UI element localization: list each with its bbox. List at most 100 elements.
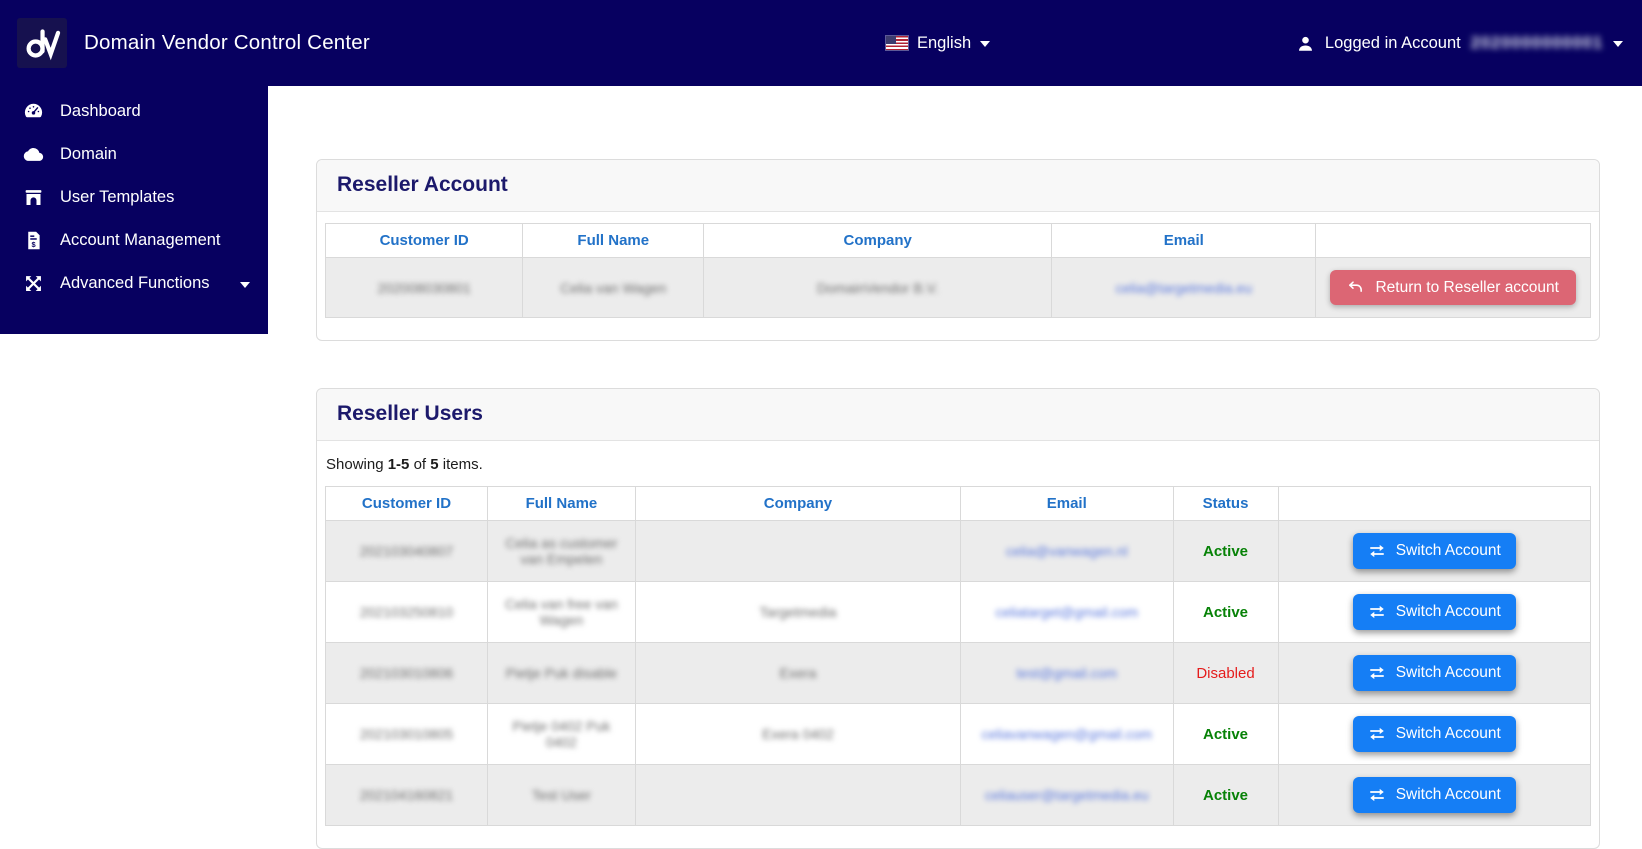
switch-button-label: Switch Account <box>1395 603 1501 621</box>
reseller-account-card-header: Reseller Account <box>317 160 1599 212</box>
sidebar-item-advanced-functions[interactable]: Advanced Functions <box>0 262 268 305</box>
reseller-account-row: 202008030801 Celia van Wagen DomainVendo… <box>324 257 1591 318</box>
exchange-arrows-icon <box>1369 788 1384 802</box>
switch-button-label: Switch Account <box>1395 725 1501 743</box>
user-company: Exera 0402 <box>762 726 834 742</box>
switch-button-label: Switch Account <box>1395 786 1501 804</box>
account-customer-id: 202008030801 <box>377 279 471 296</box>
user-row: 202103010806 Pietje Puk disable Exera test@… <box>325 642 1591 704</box>
account-company: DomainVendor B.V. <box>816 279 939 296</box>
user-full-name: Celia van free van Wagen <box>504 596 618 628</box>
main-content: Reseller Account Customer ID Full Name C… <box>268 86 1642 849</box>
column-header-actions <box>1277 486 1591 521</box>
language-label: English <box>917 33 972 52</box>
user-status-badge: Active <box>1202 786 1249 804</box>
reseller-users-title: Reseller Users <box>337 402 483 425</box>
column-header-actions <box>1315 223 1591 258</box>
switch-account-button[interactable]: Switch Account <box>1352 594 1516 630</box>
language-selector[interactable]: English <box>886 0 991 86</box>
column-header-company[interactable]: Company <box>634 486 962 521</box>
reseller-users-card-body: Showing 1-5 of 5 items. Customer ID Full… <box>317 441 1599 848</box>
sidebar-item-dashboard[interactable]: Dashboard <box>0 90 268 133</box>
exchange-arrows-icon <box>1369 544 1384 558</box>
sidebar-item-domain[interactable]: Domain <box>0 133 268 176</box>
column-header-full-name[interactable]: Full Name <box>522 223 705 258</box>
reseller-users-table: Customer ID Full Name Company Email Stat… <box>325 486 1591 826</box>
app-title: Domain Vendor Control Center <box>84 31 370 54</box>
column-header-email[interactable]: Email <box>1051 223 1317 258</box>
user-company: Targetmedia <box>759 604 837 620</box>
column-header-customer-id[interactable]: Customer ID <box>324 223 524 258</box>
user-status-badge: Active <box>1202 542 1249 560</box>
person-icon <box>1298 36 1312 51</box>
sidebar-item-label: Advanced Functions <box>60 274 210 292</box>
reseller-account-title: Reseller Account <box>337 173 508 196</box>
user-customer-id: 202103010806 <box>359 665 454 681</box>
column-header-email[interactable]: Email <box>960 486 1174 521</box>
reseller-users-card: Reseller Users Showing 1-5 of 5 items. C… <box>316 388 1600 849</box>
chevron-down-icon <box>240 281 250 288</box>
user-customer-id: 202103010805 <box>359 726 454 742</box>
switch-account-button[interactable]: Switch Account <box>1352 533 1516 569</box>
user-email-link[interactable]: celiauser@targetmedia.eu <box>985 787 1149 803</box>
user-customer-id: 202103250810 <box>359 604 454 620</box>
return-button-label: Return to Reseller account <box>1375 278 1559 296</box>
undo-arrow-icon <box>1349 281 1363 292</box>
archway-icon <box>25 190 42 205</box>
user-full-name: Test User <box>531 787 591 803</box>
account-menu[interactable]: Logged in Account 2020000000001 <box>1296 0 1623 86</box>
exchange-arrows-icon <box>1369 666 1384 680</box>
sidebar: Dashboard Domain User Templates $ Accoun… <box>0 86 268 334</box>
cloud-icon <box>23 148 44 161</box>
column-header-full-name[interactable]: Full Name <box>486 486 636 521</box>
column-header-status[interactable]: Status <box>1172 486 1279 521</box>
user-row: 202104160821 Test User celiauser@targetmed… <box>325 764 1591 826</box>
caret-down-icon <box>980 41 991 47</box>
reseller-account-card: Reseller Account Customer ID Full Name C… <box>316 159 1600 341</box>
user-row: 202103040807 Celia as customer van Empele… <box>325 520 1591 582</box>
sidebar-item-account-management[interactable]: $ Account Management <box>0 219 268 262</box>
column-header-company[interactable]: Company <box>703 223 1053 258</box>
sidebar-item-label: Domain <box>60 145 117 163</box>
top-bar: Domain Vendor Control Center English Log… <box>0 0 1642 86</box>
switch-button-label: Switch Account <box>1395 542 1501 560</box>
sidebar-item-user-templates[interactable]: User Templates <box>0 176 268 219</box>
switch-button-label: Switch Account <box>1395 664 1501 682</box>
account-number-redacted: 2020000000001 <box>1470 33 1603 52</box>
users-table-body: 202103040807 Celia as customer van Empele… <box>325 520 1591 826</box>
summary-showing: Showing <box>326 456 384 473</box>
account-label: Logged in Account <box>1324 33 1461 52</box>
expand-arrows-icon <box>26 276 41 291</box>
account-email-link[interactable]: celia@targetmedia.eu <box>1116 280 1252 296</box>
reseller-account-card-body: Customer ID Full Name Company Email 2020… <box>317 212 1599 340</box>
user-row: 202103250810 Celia van free van Wagen Targ… <box>325 581 1591 643</box>
sidebar-item-label: User Templates <box>60 188 175 206</box>
column-header-customer-id[interactable]: Customer ID <box>325 486 488 521</box>
switch-account-button[interactable]: Switch Account <box>1352 777 1516 813</box>
dv-logo-glyph <box>26 29 61 61</box>
user-email-link[interactable]: celia@vanwagen.nl <box>1006 543 1128 559</box>
user-email-link[interactable]: celiavanwagen@gmail.com <box>981 726 1152 742</box>
switch-account-button[interactable]: Switch Account <box>1352 716 1516 752</box>
user-status-badge: Disabled <box>1196 664 1255 682</box>
user-row: 202103010805 Pietje 0402 Puk 0402 Exera 04… <box>325 703 1591 765</box>
user-email-link[interactable]: celiatarget@gmail.com <box>995 604 1138 620</box>
user-full-name: Celia as customer van Empelen <box>505 535 618 567</box>
summary-total: 5 <box>430 456 439 473</box>
user-full-name: Pietje 0402 Puk 0402 <box>512 718 611 750</box>
user-full-name: Pietje Puk disable <box>505 665 618 681</box>
user-status-badge: Active <box>1202 725 1249 743</box>
reseller-account-table: Customer ID Full Name Company Email 2020… <box>324 223 1591 318</box>
user-email-link[interactable]: test@gmail.com <box>1016 665 1117 681</box>
user-status-badge: Active <box>1202 603 1249 621</box>
summary-range: 1-5 <box>387 456 410 473</box>
gauge-icon <box>24 103 43 118</box>
us-flag-icon <box>886 36 908 50</box>
user-company: Exera <box>779 665 817 681</box>
caret-down-icon <box>1613 41 1623 47</box>
return-to-reseller-button[interactable]: Return to Reseller account <box>1330 270 1576 305</box>
dv-logo <box>17 18 67 68</box>
switch-account-button[interactable]: Switch Account <box>1352 655 1516 691</box>
summary-items: items. <box>442 456 483 473</box>
user-customer-id: 202103040807 <box>359 543 454 559</box>
